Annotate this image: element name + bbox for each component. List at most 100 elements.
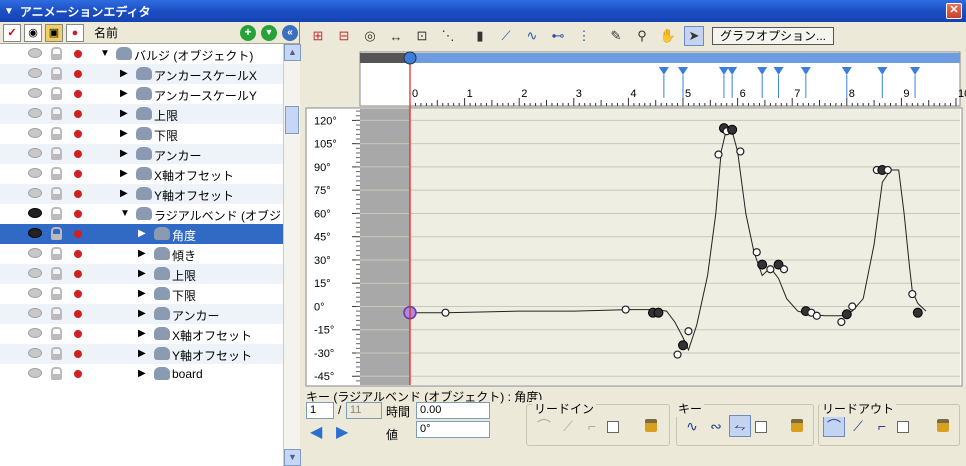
scroll-up-icon[interactable]: ▲ <box>284 44 301 61</box>
expand-arrow-icon[interactable]: ▶ <box>138 348 146 359</box>
record-dot-icon[interactable] <box>74 210 82 218</box>
leadout-checkbox[interactable] <box>897 421 909 433</box>
linear-key-icon[interactable]: ⟋ <box>496 26 516 46</box>
lock-icon[interactable] <box>51 307 62 320</box>
scroll-down-icon[interactable]: ▼ <box>284 449 301 466</box>
eye-icon[interactable] <box>28 148 42 158</box>
expand-arrow-icon[interactable]: ▶ <box>138 248 146 259</box>
fit-horizontal-icon[interactable]: ↔ <box>386 26 406 46</box>
eye-icon[interactable] <box>28 108 42 118</box>
layer-row[interactable]: ▶ X軸オフセット <box>0 164 283 184</box>
expand-arrow-icon[interactable]: ▼ <box>100 48 110 59</box>
layer-row[interactable]: ▶ 上限 <box>0 264 283 284</box>
eye-icon[interactable]: ◉ <box>24 23 42 42</box>
smooth-key-icon[interactable]: ∿ <box>522 26 542 46</box>
key-bezier-icon[interactable]: ∾ <box>705 415 727 437</box>
key-checkbox[interactable] <box>755 421 767 433</box>
leadin-smooth-icon[interactable]: ⌒ <box>533 415 555 437</box>
pen-add-icon[interactable]: ✎ <box>606 26 626 46</box>
lock-icon[interactable] <box>51 47 62 60</box>
select-key-icon[interactable]: ⋱ <box>438 26 458 46</box>
key-auto-icon[interactable]: ⥊ <box>729 415 751 437</box>
record-dot-icon[interactable] <box>74 370 82 378</box>
record-dot-icon[interactable] <box>74 230 82 238</box>
layer-row[interactable]: ▶ 下限 <box>0 124 283 144</box>
leadin-step-icon[interactable]: ⌐ <box>581 415 603 437</box>
leadin-linear-icon[interactable]: ⟋ <box>557 415 579 437</box>
eye-icon[interactable] <box>28 308 42 318</box>
time-field[interactable]: 0.00 <box>416 402 490 419</box>
leadout-lock-icon[interactable] <box>937 419 949 432</box>
eye-icon[interactable] <box>28 248 42 258</box>
add-key-icon[interactable]: ⊞ <box>308 26 328 46</box>
expand-arrow-icon[interactable]: ▶ <box>120 188 128 199</box>
scroll-thumb[interactable] <box>285 106 299 134</box>
eye-icon[interactable] <box>28 288 42 298</box>
hand-icon[interactable]: ✋ <box>658 26 678 46</box>
lock-icon[interactable] <box>51 67 62 80</box>
layer-row[interactable]: ▶ アンカー <box>0 304 283 324</box>
eye-icon[interactable] <box>28 128 42 138</box>
key-lock-icon[interactable] <box>791 419 803 432</box>
curve-plot[interactable]: 120° 105° 90° 75° 60° 45° 30° 15° 0° -15° -30° -45° <box>305 107 963 387</box>
arrow-right-icon[interactable]: ▶ <box>336 422 348 442</box>
value-field[interactable]: 0° <box>416 421 490 438</box>
key-smooth-icon[interactable]: ∿ <box>681 415 703 437</box>
record-dot-icon[interactable]: ● <box>66 23 84 42</box>
record-dot-icon[interactable] <box>74 190 82 198</box>
layer-row[interactable]: ▶ アンカースケールX <box>0 64 283 84</box>
expand-arrow-icon[interactable]: ▶ <box>138 288 146 299</box>
key-index-field[interactable]: 1 <box>306 402 334 419</box>
delete-key-icon[interactable]: ⊟ <box>334 26 354 46</box>
expand-green-icon[interactable]: ▼ <box>261 25 277 41</box>
eye-icon[interactable] <box>28 348 42 358</box>
lock-icon[interactable] <box>51 87 62 100</box>
collapse-triangle-icon[interactable]: ▼ <box>4 6 14 17</box>
lock-icon[interactable] <box>51 267 62 280</box>
trash-icon[interactable]: ▮ <box>470 26 490 46</box>
pointer-icon[interactable]: ➤ <box>684 26 704 46</box>
layer-row[interactable]: ▶ 上限 <box>0 104 283 124</box>
eye-icon[interactable] <box>28 328 42 338</box>
lock-icon[interactable] <box>51 227 62 240</box>
expand-arrow-icon[interactable]: ▶ <box>120 128 128 139</box>
record-dot-icon[interactable] <box>74 90 82 98</box>
graph-area[interactable]: 0 1 2 3 4 5 6 7 8 9 10 120° 105° 90° 75° 60° 45° 30° 15° 0… <box>302 50 966 390</box>
view-all-icon[interactable]: ◎ <box>360 26 380 46</box>
layer-row[interactable]: ▶ board <box>0 364 283 384</box>
zoom-icon[interactable]: ⚲ <box>632 26 652 46</box>
lock-icon[interactable] <box>51 247 62 260</box>
eye-icon[interactable] <box>28 208 42 218</box>
expand-arrow-icon[interactable]: ▶ <box>120 108 128 119</box>
checkmark-icon[interactable]: ✓ <box>3 23 21 42</box>
eye-icon[interactable] <box>28 168 42 178</box>
lock-icon[interactable] <box>51 107 62 120</box>
graph-options-button[interactable]: グラフオプション... <box>712 27 835 45</box>
record-dot-icon[interactable] <box>74 350 82 358</box>
eye-icon[interactable] <box>28 188 42 198</box>
layer-row[interactable]: ▶ アンカー <box>0 144 283 164</box>
lock-icon[interactable] <box>51 207 62 220</box>
record-dot-icon[interactable] <box>74 310 82 318</box>
record-dot-icon[interactable] <box>74 250 82 258</box>
timeline-ruler[interactable]: 0 1 2 3 4 5 6 7 8 9 10 <box>359 51 966 107</box>
record-dot-icon[interactable] <box>74 170 82 178</box>
close-icon[interactable]: ✕ <box>946 3 962 19</box>
lock-icon[interactable]: ▣ <box>45 23 63 42</box>
eye-icon[interactable] <box>28 68 42 78</box>
lock-icon[interactable] <box>51 367 62 380</box>
eye-icon[interactable] <box>28 48 42 58</box>
leadout-linear-icon[interactable]: ⟋ <box>847 415 869 437</box>
record-dot-icon[interactable] <box>74 130 82 138</box>
layer-row[interactable]: ▼ バルジ (オブジェクト) <box>0 44 283 64</box>
lock-icon[interactable] <box>51 287 62 300</box>
lock-icon[interactable] <box>51 347 62 360</box>
eye-icon[interactable] <box>28 268 42 278</box>
lock-icon[interactable] <box>51 147 62 160</box>
layer-row[interactable]: ▶ 下限 <box>0 284 283 304</box>
eye-icon[interactable] <box>28 88 42 98</box>
expand-arrow-icon[interactable]: ▶ <box>138 328 146 339</box>
layer-row[interactable]: ▶ Y軸オフセット <box>0 344 283 364</box>
hold-key-icon[interactable]: ⊷ <box>548 26 568 46</box>
eye-icon[interactable] <box>28 368 42 378</box>
